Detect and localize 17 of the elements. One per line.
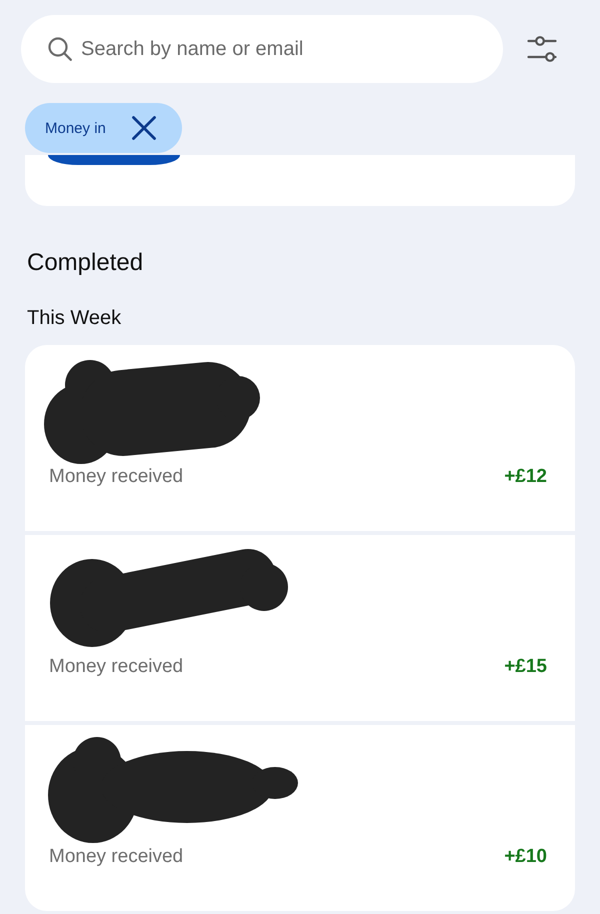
transaction-description: Money received <box>49 656 184 678</box>
cut-off-button[interactable] <box>48 155 180 165</box>
transaction-amount: +£12 <box>504 466 547 488</box>
transaction-row[interactable]: Money received +£15 <box>25 535 575 721</box>
group-heading: This Week <box>27 306 122 330</box>
filter-chip[interactable]: Money in <box>25 103 182 153</box>
transaction-description: Money received <box>49 466 184 488</box>
filter-icon[interactable] <box>527 36 557 62</box>
search-icon <box>48 37 72 61</box>
transaction-amount: +£10 <box>504 846 547 868</box>
search-field[interactable]: Search by name or email <box>21 15 503 83</box>
transaction-amount: +£15 <box>504 656 547 678</box>
close-icon[interactable] <box>132 116 156 140</box>
transaction-row[interactable]: Money received +£12 <box>25 345 575 531</box>
transaction-row[interactable]: Money received +£10 <box>25 725 575 911</box>
section-heading: Completed <box>27 249 144 277</box>
transaction-description: Money received <box>49 846 184 868</box>
